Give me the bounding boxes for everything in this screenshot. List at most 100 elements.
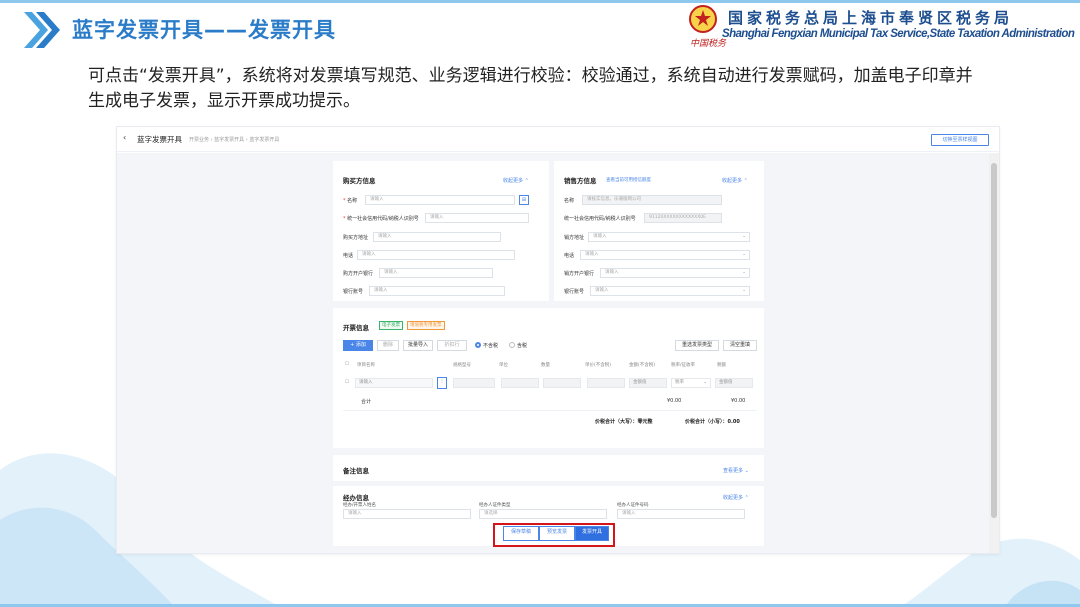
agent-collapse-link[interactable]: 收起更多 ⌃ bbox=[723, 494, 749, 501]
chevron-down-icon: ⌄ bbox=[742, 252, 746, 257]
divider bbox=[343, 410, 757, 411]
seller-phone-input[interactable]: 请输入 ⌄ bbox=[580, 250, 750, 260]
total-caps: 价税合计（大写）：零元整 bbox=[595, 419, 653, 425]
chevron-down-icon: ⌄ bbox=[742, 234, 746, 239]
col-rate: 税率/征收率 bbox=[671, 363, 696, 368]
logo-script: 中国税务 bbox=[690, 39, 727, 49]
price-input[interactable] bbox=[587, 378, 625, 388]
buyer-lookup-icon[interactable]: ⊞ bbox=[519, 195, 529, 205]
invoice-screen: ‹ 蓝字发票开具 开票业务 › 蓝字发票开具 › 蓝字发票开具 切换至票样视图 … bbox=[116, 126, 1000, 554]
col-spec: 规格型号 bbox=[453, 363, 471, 368]
seller-address-label: 销方地址 bbox=[564, 235, 585, 241]
agent-idno-input[interactable]: 请输入 bbox=[617, 509, 745, 519]
buyer-collapse-link[interactable]: 收起更多 ⌃ bbox=[503, 177, 529, 184]
delete-row-button[interactable]: 删除 bbox=[377, 340, 399, 351]
reselect-type-button[interactable]: 重选发票类型 bbox=[675, 340, 719, 351]
discount-row-button[interactable]: 折扣行 bbox=[437, 340, 467, 351]
buyer-account-input[interactable]: 请输入 bbox=[369, 286, 505, 296]
subtotal-tax: ¥0.00 bbox=[731, 398, 746, 404]
seller-taxid-field: 91120XXXXXXXXXXXX0E bbox=[644, 213, 722, 223]
rate-select[interactable]: 税率 ⌄ bbox=[671, 378, 711, 388]
row-checkbox[interactable]: ☐ bbox=[345, 380, 349, 385]
col-qty: 数量 bbox=[541, 363, 550, 368]
slide: 蓝字发票开具——发票开具 中国税务 国家税务总局上海市奉贤区税务局 Shangh… bbox=[0, 0, 1080, 607]
billing-title: 开票信息 bbox=[343, 324, 369, 332]
buyer-account-label: 银行账号 bbox=[343, 289, 364, 295]
credit-limit-link[interactable]: 查看当前可用授信额度 bbox=[606, 177, 651, 183]
buyer-phone-label: 电话 bbox=[343, 253, 354, 259]
amount-input[interactable]: 金额值 bbox=[629, 378, 667, 388]
breadcrumb[interactable]: 开票业务 › 蓝字发票开具 › 蓝字发票开具 bbox=[189, 136, 279, 143]
agent-name-input[interactable]: 请输入 bbox=[343, 509, 471, 519]
seller-name-label: 名称 bbox=[564, 198, 575, 204]
buyer-address-input[interactable]: 请输入 bbox=[373, 232, 501, 242]
buyer-bank-label: 购方开户银行 bbox=[343, 271, 374, 277]
unit-input[interactable] bbox=[501, 378, 539, 388]
col-item-name: 项目名称 bbox=[357, 363, 375, 368]
item-name-input[interactable]: 请输入 bbox=[355, 378, 433, 388]
col-tax: 税额 bbox=[717, 363, 726, 368]
screen-header: ‹ 蓝字发票开具 开票业务 › 蓝字发票开具 › 蓝字发票开具 切换至票样视图 bbox=[117, 127, 999, 152]
agent-idno-label: 经办人证件号码 bbox=[617, 503, 649, 508]
tax-inclusive-radio[interactable]: 含税 bbox=[509, 342, 527, 349]
chevron-down-icon: ⌄ bbox=[742, 288, 746, 293]
seller-collapse-link[interactable]: 收起更多 ⌃ bbox=[722, 177, 748, 184]
tax-input[interactable]: 金额值 bbox=[715, 378, 753, 388]
agent-name-label: 经办/开票人姓名 bbox=[343, 503, 377, 508]
seller-taxid-label: 统一社会信用代码/纳税人识别号 bbox=[564, 216, 636, 222]
buyer-bank-input[interactable]: 请输入 bbox=[379, 268, 493, 278]
qty-input[interactable] bbox=[543, 378, 581, 388]
item-search-icon[interactable]: ⋮ bbox=[437, 377, 447, 389]
seller-title: 销售方信息 bbox=[564, 177, 597, 185]
tax-exclusive-radio[interactable]: 不含税 bbox=[475, 342, 498, 349]
subtotal-label: 合计 bbox=[361, 399, 372, 405]
select-all-checkbox[interactable]: ☐ bbox=[345, 362, 349, 367]
bureau-name-cn: 国家税务总局上海市奉贤区税务局 bbox=[728, 9, 1014, 27]
radio-selected-icon bbox=[475, 342, 481, 348]
seller-account-input[interactable]: 请输入 ⌄ bbox=[590, 286, 750, 296]
highlight-box bbox=[493, 523, 615, 547]
batch-import-button[interactable]: 批量导入 bbox=[403, 340, 433, 351]
buyer-phone-input[interactable]: 请输入 bbox=[357, 250, 515, 260]
seller-name-field: 请核实信息，乐潮版网公司 bbox=[582, 195, 722, 205]
seller-phone-label: 电话 bbox=[564, 253, 575, 259]
buyer-taxid-input[interactable]: 请输入 bbox=[425, 213, 529, 223]
seller-account-label: 银行账号 bbox=[564, 289, 585, 295]
seller-bank-label: 销方开户银行 bbox=[564, 271, 595, 277]
chevron-down-icon: ⌄ bbox=[742, 270, 746, 275]
tax-emblem-icon bbox=[689, 5, 717, 33]
seller-bank-input[interactable]: 请输入 ⌄ bbox=[600, 268, 750, 278]
remarks-title: 备注信息 bbox=[343, 467, 369, 475]
col-unit: 单位 bbox=[499, 363, 508, 368]
form-canvas: 购买方信息 收起更多 ⌃ * 名称 请输入 ⊞ * 统一社会信用代码/纳税人识别… bbox=[117, 153, 989, 553]
buyer-name-label: * 名称 bbox=[343, 198, 358, 204]
back-arrow-icon[interactable]: ‹ bbox=[123, 133, 126, 142]
buyer-title: 购买方信息 bbox=[343, 177, 376, 185]
seller-card: 销售方信息 查看当前可用授信额度 收起更多 ⌃ 名称 请核实信息，乐潮版网公司 … bbox=[554, 161, 764, 301]
switch-view-button[interactable]: 切换至票样视图 bbox=[931, 134, 989, 146]
description-text: 可点击“发票开具”，系统将对发票填写规范、业务逻辑进行校验：校验通过，系统自动进… bbox=[88, 66, 973, 111]
remarks-card: 备注信息 查看更多 ⌄ bbox=[333, 455, 764, 481]
seller-address-input[interactable]: 请输入 ⌄ bbox=[588, 232, 750, 242]
buyer-name-input[interactable]: 请输入 bbox=[365, 195, 515, 205]
radio-empty-icon bbox=[509, 342, 515, 348]
invoice-kind-badge: 电子发票 bbox=[379, 321, 403, 330]
bureau-name-en: Shanghai Fengxian Municipal Tax Service,… bbox=[722, 28, 1075, 40]
col-price: 单价(不含税) bbox=[585, 363, 612, 368]
buyer-taxid-label: * 统一社会信用代码/纳税人识别号 bbox=[343, 216, 419, 222]
add-row-button[interactable]: + 添加 bbox=[343, 340, 373, 351]
col-amount: 金额(不含税) bbox=[629, 363, 656, 368]
slide-title: 蓝字发票开具——发票开具 bbox=[72, 18, 336, 42]
subtotal-amount: ¥0.00 bbox=[667, 398, 682, 404]
vertical-scrollbar[interactable] bbox=[989, 153, 999, 553]
agent-idtype-label: 经办人证件类型 bbox=[479, 503, 511, 508]
scrollbar-thumb[interactable] bbox=[991, 163, 997, 518]
agent-idtype-select[interactable]: 请选择 bbox=[479, 509, 607, 519]
remarks-expand-link[interactable]: 查看更多 ⌄ bbox=[723, 467, 749, 474]
spec-input[interactable] bbox=[453, 378, 495, 388]
total-small: 价税合计（小写）：0.00 bbox=[685, 419, 740, 425]
invoice-type-badge: 增值税专用发票 bbox=[407, 321, 445, 330]
page-title: 蓝字发票开具 bbox=[137, 135, 182, 144]
chevron-down-icon: ⌄ bbox=[703, 380, 707, 385]
clear-refill-button[interactable]: 清空重填 bbox=[723, 340, 757, 351]
